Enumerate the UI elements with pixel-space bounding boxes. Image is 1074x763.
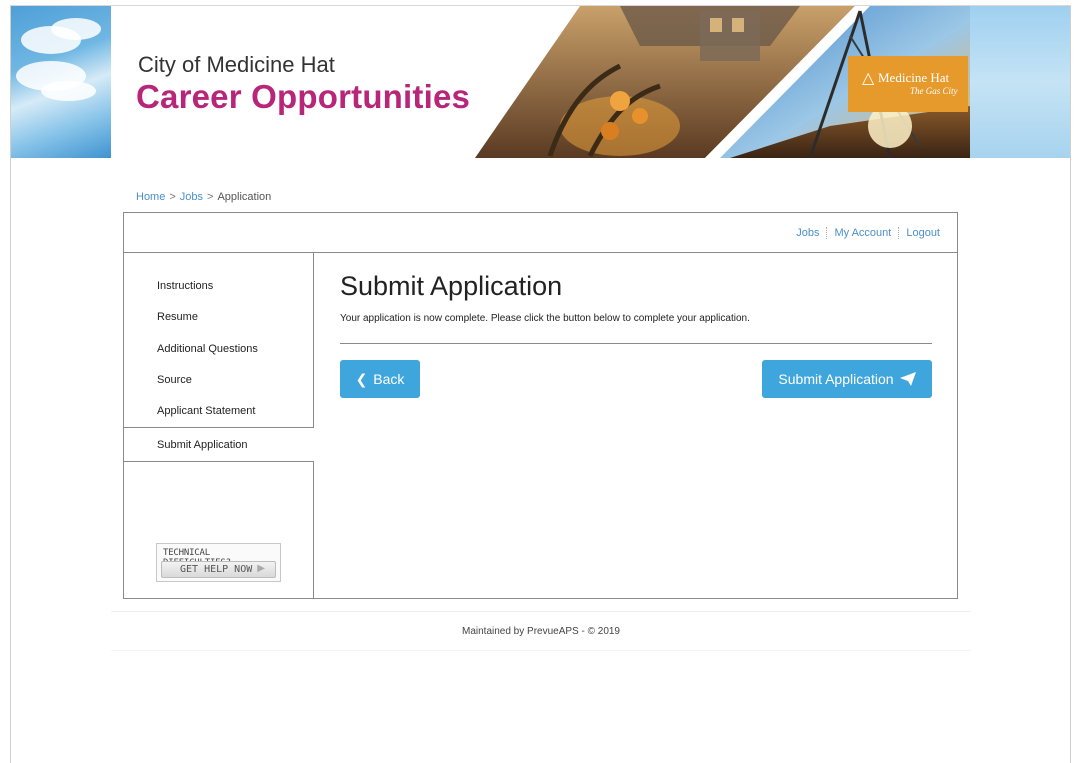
paper-plane-icon	[899, 372, 916, 386]
back-button-label: Back	[373, 371, 405, 387]
sidebar: Instructions Resume Additional Questions…	[124, 253, 314, 598]
nav-logout-link[interactable]: Logout	[898, 227, 947, 239]
sidebar-item-instructions[interactable]: Instructions	[157, 280, 213, 292]
logo-name: Medicine Hat	[878, 70, 950, 85]
breadcrumb-jobs[interactable]: Jobs	[180, 191, 203, 203]
breadcrumb-home[interactable]: Home	[136, 191, 165, 203]
header-sky-right	[970, 6, 1070, 158]
footer-text: Maintained by PrevueAPS - © 2019	[461, 626, 620, 637]
help-button-label: GET HELP NOW	[180, 564, 253, 575]
top-bar: Jobs My Account Logout	[124, 213, 957, 253]
nav-jobs-link[interactable]: Jobs	[789, 227, 826, 239]
arrow-right-icon: ▶	[257, 563, 265, 574]
main-content: Submit Application Your application is n…	[315, 253, 957, 598]
submit-button-label: Submit Application	[778, 371, 894, 387]
breadcrumb-separator: >	[169, 191, 176, 203]
breadcrumb-current: Application	[217, 191, 272, 203]
city-name: City of Medicine Hat	[138, 52, 335, 77]
help-button-bar: GET HELP NOW ▶	[161, 561, 276, 578]
site-title: Career Opportunities	[136, 78, 471, 115]
breadcrumb-separator: >	[207, 191, 214, 203]
logo-tagline: The Gas City	[910, 86, 958, 96]
medicine-hat-logo: △ Medicine Hat The Gas City	[848, 56, 968, 112]
divider	[340, 343, 932, 344]
breadcrumb: Home > Jobs > Application	[136, 191, 271, 203]
sidebar-item-applicant-statement[interactable]: Applicant Statement	[157, 405, 255, 417]
page-title: Submit Application	[340, 271, 563, 301]
top-nav: Jobs My Account Logout	[789, 227, 947, 239]
footer: Maintained by PrevueAPS - © 2019	[111, 611, 971, 651]
sidebar-item-additional-questions[interactable]: Additional Questions	[157, 343, 258, 355]
sidebar-item-submit-application[interactable]: Submit Application	[124, 427, 314, 462]
completion-message: Your application is now complete. Please…	[340, 313, 750, 324]
sidebar-item-label: Submit Application	[157, 439, 248, 451]
application-panel: Jobs My Account Logout Instructions Resu…	[123, 212, 958, 599]
tipi-icon: △	[862, 70, 875, 87]
sidebar-item-source[interactable]: Source	[157, 374, 192, 386]
chevron-left-icon: ❮	[355, 370, 368, 387]
get-help-button[interactable]: TECHNICAL DIFFICULTIES? GET HELP NOW ▶	[156, 543, 281, 582]
submit-application-button[interactable]: Submit Application	[762, 360, 932, 398]
sidebar-item-resume[interactable]: Resume	[157, 311, 198, 323]
header-sky-left	[11, 6, 111, 158]
nav-my-account-link[interactable]: My Account	[826, 227, 898, 239]
back-button[interactable]: ❮ Back	[340, 360, 420, 398]
